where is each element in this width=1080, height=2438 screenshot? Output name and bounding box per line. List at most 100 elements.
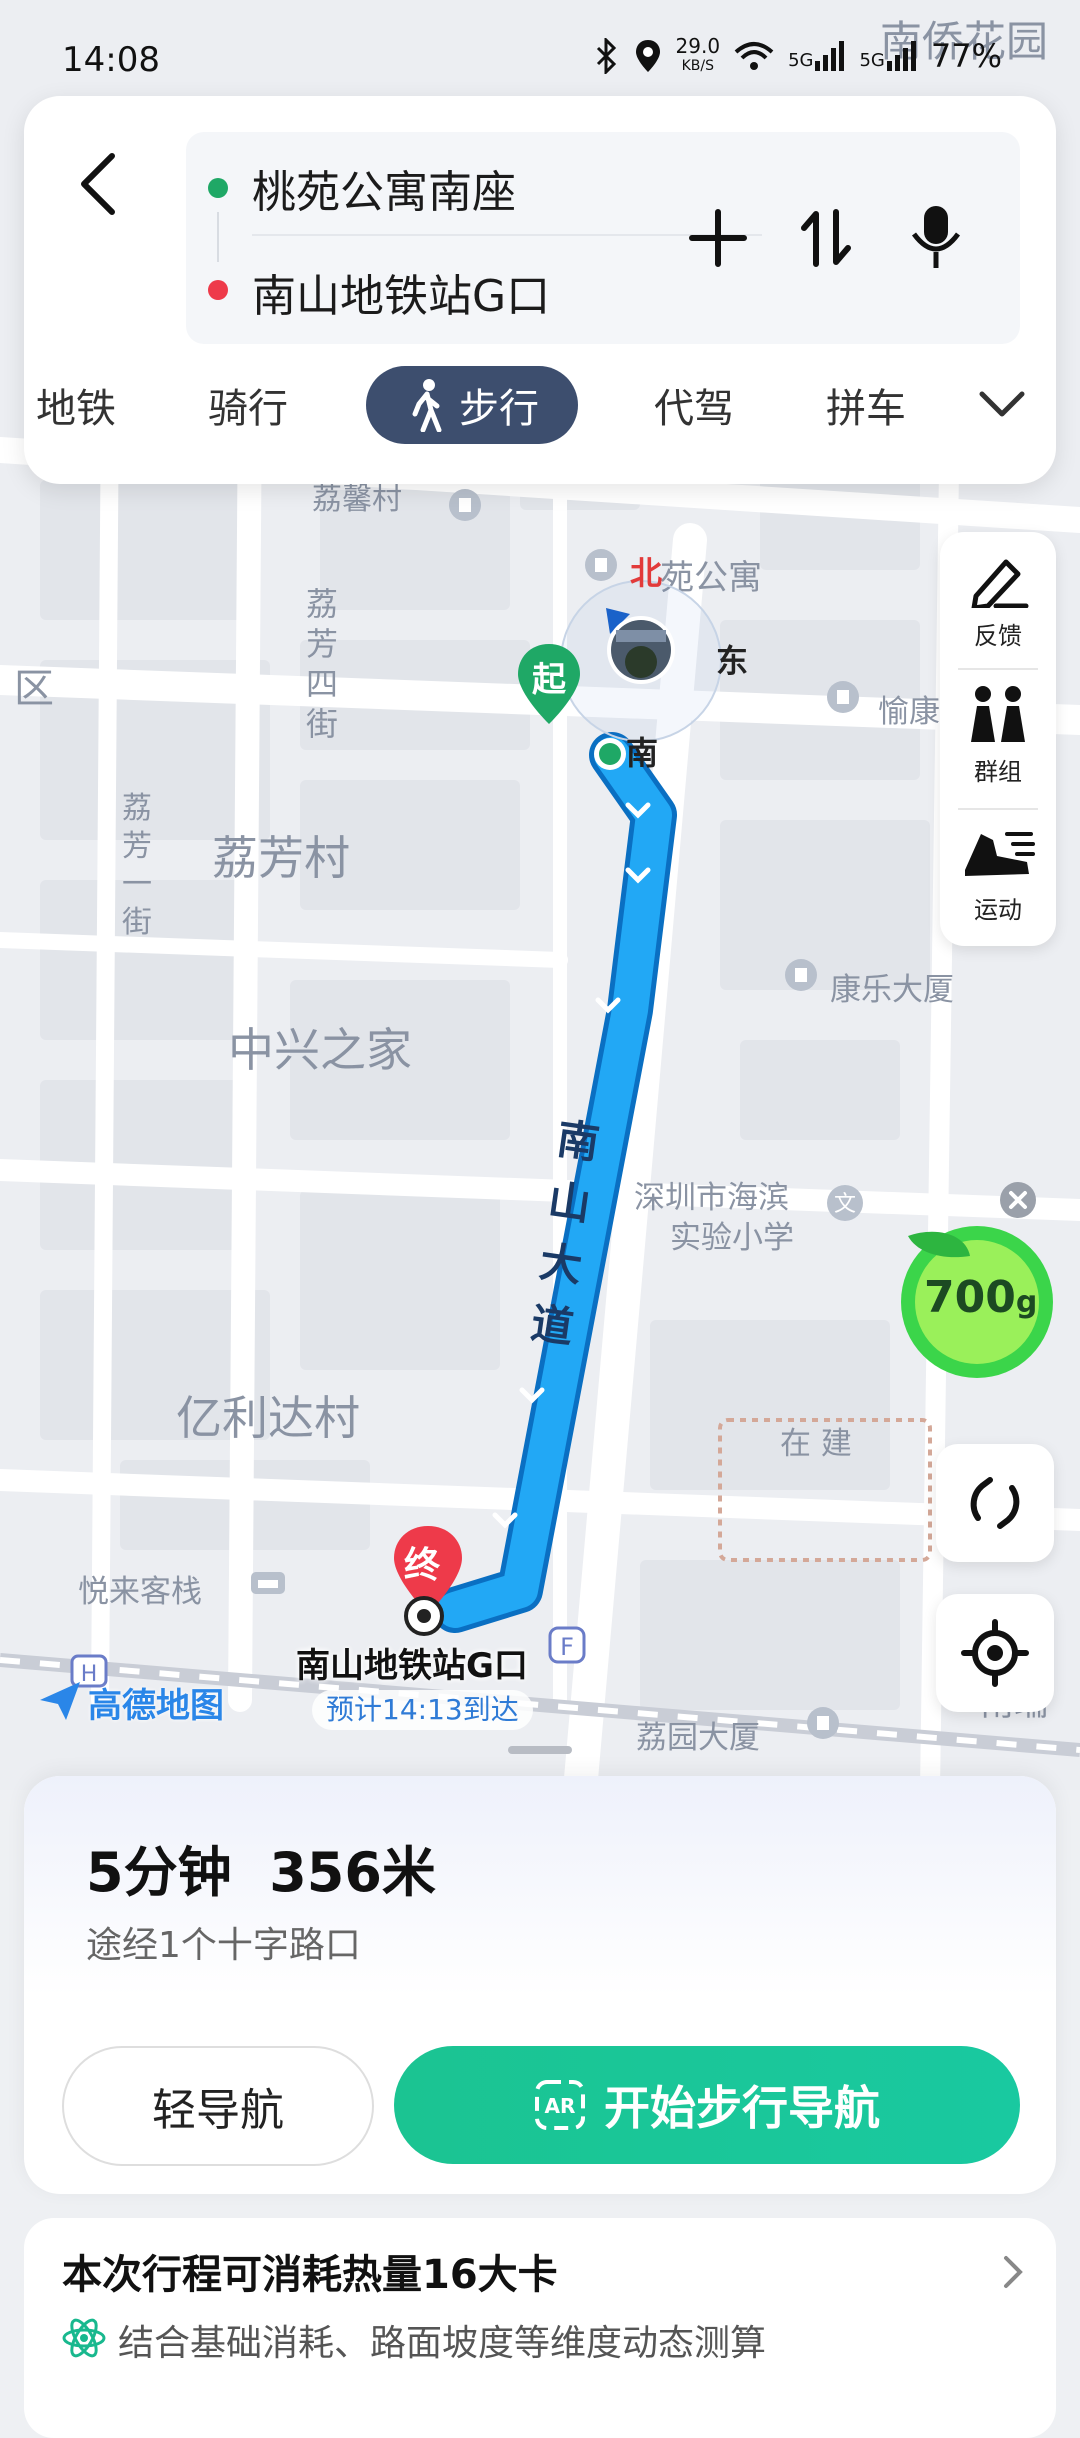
route-via: 途经1个十字路口	[86, 1925, 361, 1966]
group-button[interactable]: 群组	[940, 684, 1056, 787]
sheet-drag-handle[interactable]	[508, 1746, 572, 1754]
pencil-icon	[971, 559, 1029, 611]
sport-button[interactable]: 运动	[940, 824, 1056, 925]
map-label-lifangcun: 荔芳村	[212, 831, 350, 885]
route-duration: 5分钟	[86, 1841, 232, 1904]
map-label-zaijian: 在 建	[780, 1426, 852, 1462]
svg-text:文: 文	[834, 1192, 856, 1217]
ar-badge-label: AR	[545, 2094, 576, 2118]
map-label-lifang1: 荔芳一街	[122, 791, 152, 940]
eco-badge-value[interactable]: 700g	[924, 1272, 1037, 1323]
signal-bars-icon	[886, 41, 916, 71]
map-poi-kangle[interactable]: 康乐大厦	[830, 964, 954, 1009]
map-tools-panel: 反馈 群组 运动	[940, 532, 1056, 946]
map-poi-liyuan[interactable]: 荔园大厦	[636, 1712, 760, 1757]
net-speed-unit: KB/S	[681, 58, 714, 74]
route-end-dot	[404, 1596, 444, 1636]
refresh-icon	[970, 1477, 1020, 1529]
add-waypoint-icon[interactable]	[686, 206, 750, 270]
start-navigation-label: 开始步行导航	[604, 2081, 880, 2135]
chevron-right-icon	[1004, 2256, 1023, 2288]
route-distance: 356米	[269, 1841, 436, 1904]
close-badge-icon[interactable]	[998, 1180, 1038, 1220]
poi-pin-icon	[785, 959, 817, 991]
eco-badge-number: 700	[924, 1272, 1016, 1323]
bluetooth-icon	[596, 38, 616, 74]
calories-subtitle: 结合基础消耗、路面坡度等维度动态测算	[118, 2323, 767, 2364]
start-marker-label: 起	[532, 660, 566, 700]
microphone-icon[interactable]	[906, 202, 966, 272]
location-icon	[635, 40, 660, 72]
tab-designated-driver[interactable]: 代驾	[654, 376, 734, 434]
destination-dot	[208, 280, 228, 300]
status-time: 14:08	[62, 40, 160, 80]
compass-north: 北	[630, 554, 663, 592]
tab-walking-label: 步行	[459, 386, 539, 432]
feedback-label: 反馈	[974, 622, 1022, 650]
map-poi-school-line2[interactable]: 实验小学	[670, 1212, 794, 1257]
tab-subway[interactable]: 地铁	[36, 376, 116, 434]
map-label-lifang4: 荔芳四街	[306, 585, 339, 743]
refresh-route-button[interactable]	[936, 1444, 1054, 1562]
swap-icon[interactable]	[794, 206, 858, 270]
light-navigation-button[interactable]: 轻导航	[62, 2046, 374, 2166]
travel-mode-tabs: 地铁 骑行 步行 代驾 拼车	[24, 366, 1056, 462]
locate-me-button[interactable]	[936, 1594, 1054, 1712]
metro-icon-glyph: F	[560, 1633, 574, 1661]
map-label-yilida: 亿利达村	[176, 1391, 360, 1445]
route-search-card: 桃苑公寓南座 南山地铁站G口 地铁 骑行 步行 代驾 拼车	[24, 96, 1056, 484]
tools-divider	[958, 668, 1038, 670]
map-label-zhongxing: 中兴之家	[228, 1023, 412, 1077]
net-speed-value: 29.0	[675, 34, 721, 58]
poi-pin-icon	[807, 1707, 839, 1739]
chevron-down-icon[interactable]	[976, 384, 1028, 424]
destination-field[interactable]: 南山地铁站G口	[252, 260, 550, 324]
group-icon	[971, 686, 1025, 742]
route-summary-sheet: 5分钟 356米 途经1个十字路口 轻导航 AR 开始步行导航	[24, 1776, 1056, 2194]
tab-walking[interactable]: 步行	[366, 366, 578, 444]
origin-dot	[208, 178, 228, 198]
feedback-button[interactable]: 反馈	[940, 552, 1056, 651]
running-shoe-icon	[965, 832, 1035, 876]
tab-cycling[interactable]: 骑行	[208, 376, 288, 434]
calories-title: 本次行程可消耗热量16大卡	[62, 2252, 558, 2298]
eta-label: 预计14:13到达	[312, 1690, 533, 1730]
signal-2-label: 5G	[859, 50, 885, 71]
back-arrow-icon[interactable]	[64, 144, 134, 224]
route-summary: 5分钟 356米	[86, 1828, 436, 1907]
map-poi-yukang[interactable]: 愉康	[878, 686, 940, 731]
route-input-box: 桃苑公寓南座 南山地铁站G口	[186, 132, 1020, 344]
calories-card[interactable]: 本次行程可消耗热量16大卡 结合基础消耗、路面坡度等维度动态测算	[24, 2218, 1056, 2438]
tools-divider	[958, 808, 1038, 810]
map-poi-school-line1[interactable]: 深圳市海滨	[634, 1172, 789, 1217]
route-connector	[217, 212, 219, 262]
end-marker-label: 终	[404, 1545, 441, 1586]
walking-person-icon	[412, 379, 442, 432]
eco-badge-unit: g	[1015, 1285, 1038, 1320]
compass-east: 东	[716, 642, 749, 680]
wifi-icon	[734, 42, 774, 70]
route-start-dot	[594, 738, 626, 770]
tab-carpool[interactable]: 拼车	[826, 376, 906, 434]
signal-bars-icon	[815, 41, 845, 71]
origin-field[interactable]: 桃苑公寓南座	[252, 156, 516, 220]
ar-icon: AR	[535, 2080, 585, 2130]
school-icon: 文	[827, 1185, 863, 1221]
hotel-icon	[251, 1572, 285, 1594]
group-label: 群组	[974, 758, 1022, 786]
status-icons: 29.0 KB/S 5G 5G 77%	[594, 36, 1002, 76]
poi-pin-icon	[827, 681, 859, 713]
map-poi-yuekai[interactable]: 悦来客栈	[78, 1566, 202, 1611]
poi-pin-icon	[449, 489, 481, 521]
signal-2: 5G	[859, 41, 916, 71]
compass-south: 南	[626, 734, 659, 772]
amap-brand-label: 高德地图	[88, 1686, 224, 1726]
start-walking-navigation-button[interactable]: AR 开始步行导航	[394, 2046, 1020, 2164]
sport-label: 运动	[974, 896, 1022, 924]
signal-1-label: 5G	[788, 50, 814, 71]
destination-map-label: 南山地铁站G口	[296, 1646, 528, 1686]
user-avatar-location[interactable]	[596, 600, 686, 690]
map-label-qu: 区	[14, 666, 54, 712]
metro-icon: F	[548, 1626, 586, 1664]
net-speed: 29.0 KB/S	[676, 36, 721, 76]
